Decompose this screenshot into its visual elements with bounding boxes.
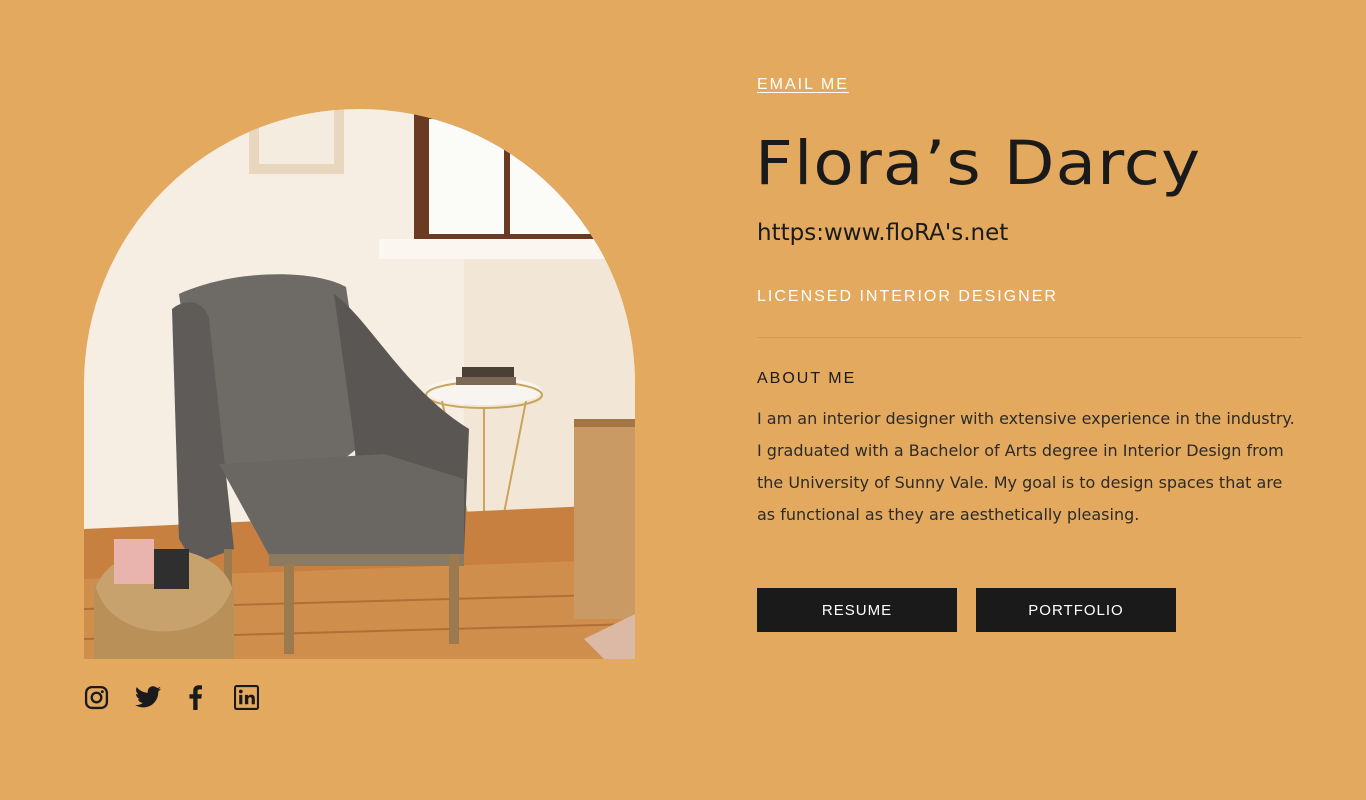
twitter-icon[interactable]	[135, 686, 161, 708]
about-heading: ABOUT ME	[757, 370, 857, 387]
email-me-link[interactable]: EMAIL ME	[757, 76, 849, 94]
portfolio-button[interactable]: PORTFOLIO	[976, 588, 1176, 632]
section-divider	[757, 337, 1302, 338]
website-url: https:www.floRA's.net	[757, 220, 1009, 246]
profile-photo	[84, 109, 635, 659]
resume-button[interactable]: RESUME	[757, 588, 957, 632]
profile-page: EMAIL ME Flora’s Darcy https:www.floRA's…	[0, 0, 1366, 800]
about-text: I am an interior designer with extensive…	[757, 409, 1295, 524]
linkedin-icon[interactable]	[234, 684, 259, 710]
job-title: LICENSED INTERIOR DESIGNER	[757, 288, 1058, 305]
facebook-icon[interactable]	[189, 684, 202, 710]
instagram-icon[interactable]	[84, 685, 109, 710]
profile-name: Flora’s Darcy	[755, 128, 1202, 199]
social-links	[84, 684, 259, 710]
armchair-room-image	[84, 109, 635, 659]
